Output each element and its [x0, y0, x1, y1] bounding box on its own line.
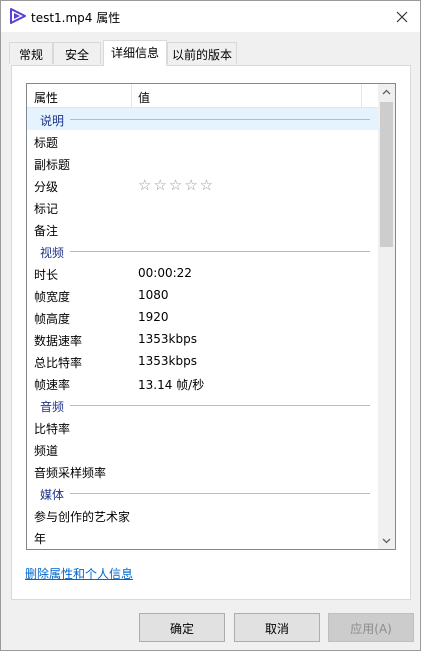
property-name: 总比特率: [34, 356, 83, 370]
tab-details[interactable]: 详细信息: [103, 40, 167, 66]
property-row[interactable]: 标题: [27, 130, 378, 152]
details-panel: 属性 值 说明标题副标题分级 ☆☆☆☆☆ 标记备注视频时长 00:00:22 帧宽度 10…: [11, 65, 411, 600]
property-row[interactable]: 帧宽度 1080: [27, 284, 378, 306]
property-row[interactable]: 比特率: [27, 416, 378, 438]
ok-button[interactable]: 确定: [139, 613, 225, 642]
property-row[interactable]: 总比特率 1353kbps: [27, 350, 378, 372]
window-title: test1.mp4 属性: [31, 11, 121, 25]
property-value[interactable]: 13.14 帧/秒: [138, 376, 204, 393]
property-row[interactable]: 副标题: [27, 152, 378, 174]
group-label: 媒体: [40, 488, 65, 502]
vertical-scrollbar[interactable]: [378, 84, 395, 549]
property-name: 频道: [34, 444, 59, 458]
group-label: 音频: [40, 400, 65, 414]
title-bar[interactable]: test1.mp4 属性: [1, 1, 420, 32]
property-name: 备注: [34, 224, 59, 238]
property-row[interactable]: 时长 00:00:22: [27, 262, 378, 284]
column-divider[interactable]: [131, 84, 132, 108]
list-header: 属性 值: [27, 84, 378, 108]
property-name: 帧速率: [34, 378, 71, 392]
property-row[interactable]: 音频采样频率: [27, 460, 378, 482]
tab-general[interactable]: 常规: [9, 42, 53, 64]
property-name: 帧高度: [34, 312, 71, 326]
tab-previous-versions[interactable]: 以前的版本: [167, 42, 237, 64]
property-name: 分级: [34, 180, 59, 194]
close-icon[interactable]: [391, 6, 413, 28]
property-value[interactable]: 1353kbps: [138, 354, 197, 368]
property-row[interactable]: 帧高度 1920: [27, 306, 378, 328]
group-header-row[interactable]: 视频: [27, 240, 378, 262]
property-row[interactable]: 标记: [27, 196, 378, 218]
cancel-button[interactable]: 取消: [234, 613, 320, 642]
group-divider: [70, 119, 370, 120]
group-divider: [70, 405, 370, 406]
property-list[interactable]: 属性 值 说明标题副标题分级 ☆☆☆☆☆ 标记备注视频时长 00:00:22 帧宽度 10…: [26, 83, 396, 550]
property-row[interactable]: 频道: [27, 438, 378, 460]
group-label: 视频: [40, 246, 65, 260]
apply-button[interactable]: 应用(A): [328, 613, 414, 642]
scroll-thumb[interactable]: [380, 102, 393, 247]
property-row[interactable]: 数据速率 1353kbps: [27, 328, 378, 350]
column-header-property[interactable]: 属性: [34, 89, 58, 106]
property-name: 比特率: [34, 422, 71, 436]
group-header-row[interactable]: 说明: [27, 108, 378, 130]
rating-stars[interactable]: ☆☆☆☆☆: [138, 176, 215, 194]
property-name: 副标题: [34, 158, 71, 172]
properties-dialog: test1.mp4 属性 常规 安全 详细信息 以前的版本 属性 值 说明标题副…: [0, 0, 421, 651]
property-name: 时长: [34, 268, 59, 282]
scroll-down-icon[interactable]: [378, 532, 395, 549]
tab-strip: 常规 安全 详细信息 以前的版本: [1, 32, 420, 66]
property-value[interactable]: 1353kbps: [138, 332, 197, 346]
scroll-up-icon[interactable]: [378, 84, 395, 101]
property-name: 年: [34, 532, 47, 546]
group-divider: [70, 493, 370, 494]
property-name: 标题: [34, 136, 59, 150]
group-label: 说明: [40, 114, 65, 128]
property-name: 帧宽度: [34, 290, 71, 304]
property-name: 标记: [34, 202, 59, 216]
remove-properties-link[interactable]: 删除属性和个人信息: [25, 565, 133, 582]
property-value[interactable]: 1920: [138, 310, 169, 324]
property-rows: 说明标题副标题分级 ☆☆☆☆☆ 标记备注视频时长 00:00:22 帧宽度 1080 帧高度…: [27, 108, 378, 549]
property-row[interactable]: 年: [27, 526, 378, 548]
video-file-icon: [9, 7, 27, 25]
property-value[interactable]: 1080: [138, 288, 169, 302]
property-name: 数据速率: [34, 334, 83, 348]
property-row[interactable]: 分级 ☆☆☆☆☆: [27, 174, 378, 196]
group-header-row[interactable]: 音频: [27, 394, 378, 416]
column-header-value[interactable]: 值: [138, 89, 150, 106]
property-row[interactable]: 备注: [27, 218, 378, 240]
property-value[interactable]: 00:00:22: [138, 266, 192, 280]
group-divider: [70, 251, 370, 252]
property-name: 参与创作的艺术家: [34, 510, 131, 524]
property-row[interactable]: 帧速率 13.14 帧/秒: [27, 372, 378, 394]
property-row[interactable]: 参与创作的艺术家: [27, 504, 378, 526]
group-header-row[interactable]: 媒体: [27, 482, 378, 504]
property-name: 音频采样频率: [34, 466, 107, 480]
tab-security[interactable]: 安全: [53, 42, 101, 64]
column-divider[interactable]: [361, 84, 362, 108]
